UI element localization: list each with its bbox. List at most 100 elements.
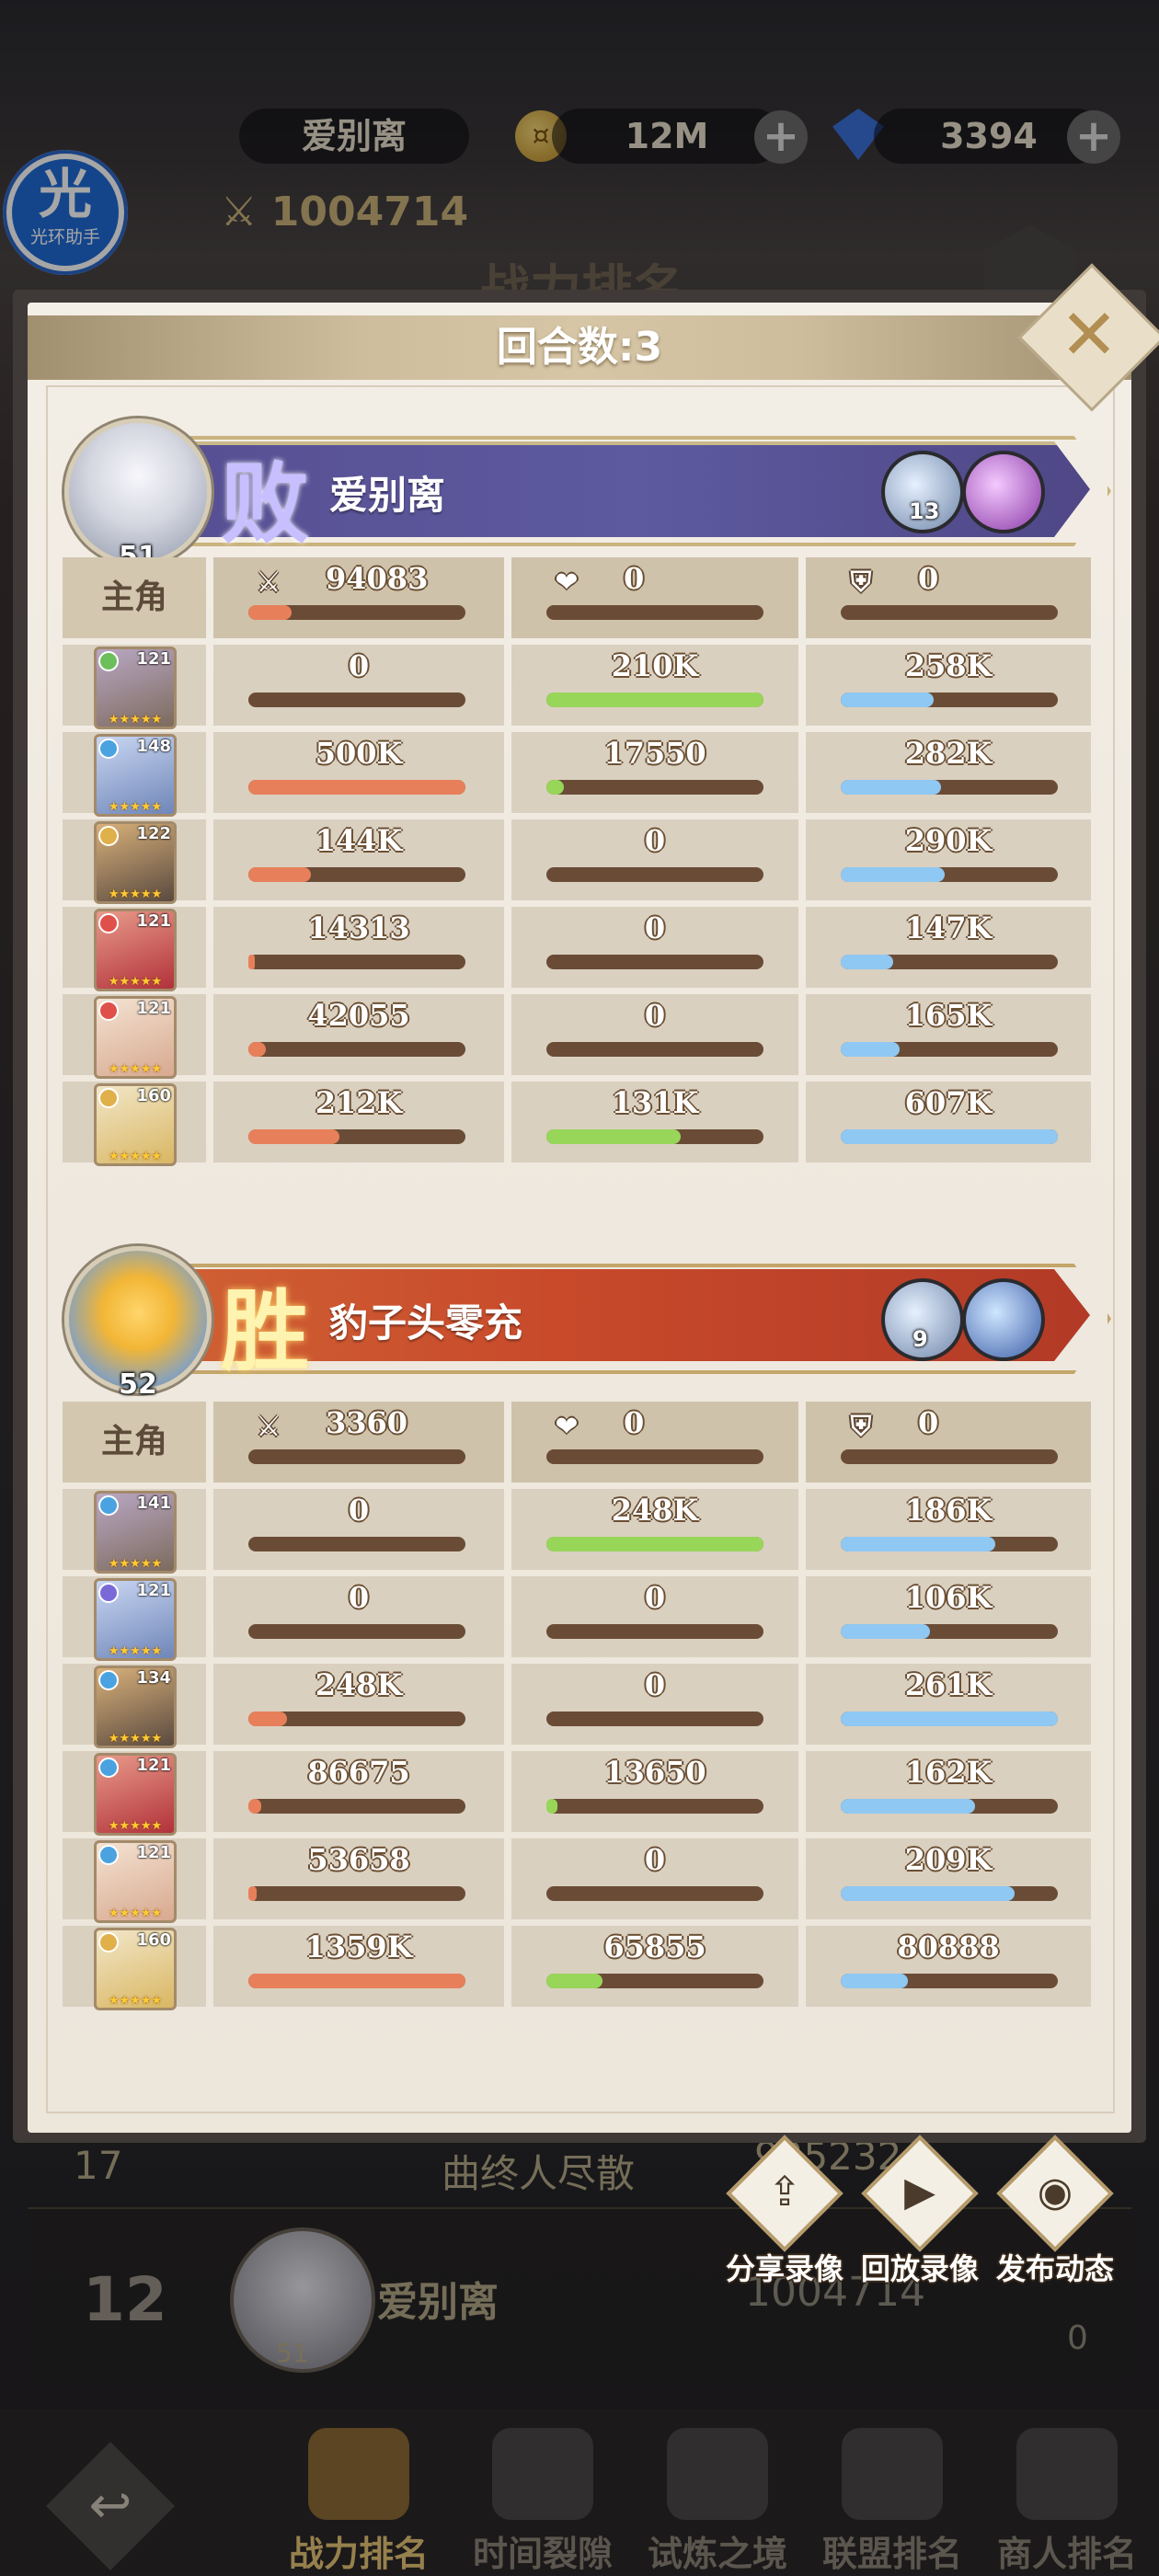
damage-bar xyxy=(248,1799,465,1814)
tank-bar xyxy=(841,867,1058,882)
element-icon xyxy=(98,1583,119,1603)
element-icon xyxy=(98,1845,119,1865)
tank-value: 282K xyxy=(904,736,993,771)
defeat-label: 败 xyxy=(221,452,309,555)
tank-value: 147K xyxy=(904,910,993,945)
tank-bar xyxy=(841,1624,1058,1639)
bar-fill xyxy=(841,1886,1015,1901)
share-icon: ⇪ xyxy=(767,2169,802,2215)
hero-row: 122 ★★★★★ 144K 0 290K xyxy=(63,819,1091,904)
bar-fill xyxy=(841,955,893,969)
heal-bar xyxy=(546,955,763,969)
heal-bar xyxy=(546,1042,763,1057)
hero-level: 121 xyxy=(136,1581,171,1600)
damage-bar xyxy=(248,1624,465,1639)
heal-value: 0 xyxy=(644,910,666,945)
bar-fill xyxy=(248,1129,340,1144)
element-icon xyxy=(98,738,119,759)
hero-row: 121 ★★★★★ 0 210K 258K xyxy=(63,645,1091,729)
hero-portrait[interactable]: 160 ★★★★★ xyxy=(94,1928,177,2010)
element-icon xyxy=(98,1001,119,1021)
tank-bar xyxy=(841,1449,1058,1464)
hero-row: 141 ★★★★★ 0 248K 186K xyxy=(63,1489,1091,1574)
tank-bar xyxy=(841,1537,1058,1551)
hero-portrait[interactable]: 160 ★★★★★ xyxy=(94,1083,177,1166)
heal-bar xyxy=(546,1799,763,1814)
heal-value: 131K xyxy=(611,1085,699,1120)
tank-bar xyxy=(841,693,1058,707)
pet-level: 13 xyxy=(909,498,940,524)
star-rating-icon: ★★★★★ xyxy=(108,1732,163,1746)
team2-hero-rows: 141 ★★★★★ 0 248K 186K 121 ★★★★★ 0 0 106K xyxy=(63,1489,1091,2010)
heal-bar xyxy=(546,1624,763,1639)
bar-fill xyxy=(248,1042,266,1057)
bar-fill xyxy=(841,1537,995,1551)
pet-icon[interactable] xyxy=(962,451,1045,533)
tank-bar xyxy=(841,1042,1058,1057)
play-replay-button[interactable]: ▶ 回放录像 xyxy=(851,2135,989,2286)
heal-value: 65855 xyxy=(603,1929,706,1964)
hero-level: 121 xyxy=(136,649,171,669)
hero-portrait[interactable]: 121 ★★★★★ xyxy=(94,1753,177,1836)
round-count-title: 回合数:3 xyxy=(496,324,663,371)
hero-row: 121 ★★★★★ 42055 0 165K xyxy=(63,994,1091,1079)
hero-level: 148 xyxy=(136,737,171,756)
tank-value: 0 xyxy=(918,1405,939,1440)
tank-bar xyxy=(841,780,1058,795)
team1-hero-rows: 121 ★★★★★ 0 210K 258K 148 ★★★★★ 500K 175… xyxy=(63,645,1091,1166)
damage-value: 86675 xyxy=(307,1755,410,1790)
close-icon[interactable]: ✕ xyxy=(1039,285,1139,384)
star-rating-icon: ★★★★★ xyxy=(108,887,163,901)
lead-row: 主角 ⚔ 3360 ❤ 0 ⛨ 0 xyxy=(63,1402,1091,1483)
hero-portrait[interactable]: 122 ★★★★★ xyxy=(94,821,177,904)
damage-value: 1359K xyxy=(304,1929,413,1964)
hero-row: 121 ★★★★★ 53658 0 209K xyxy=(63,1838,1091,1923)
bar-fill xyxy=(841,1712,1058,1726)
heal-value: 13650 xyxy=(603,1755,706,1790)
team2-player-level: 52 xyxy=(119,1368,157,1401)
post-update-button[interactable]: ◉ 发布动态 xyxy=(986,2135,1124,2286)
heal-value: 248K xyxy=(611,1493,699,1528)
hero-portrait[interactable]: 121 ★★★★★ xyxy=(94,1840,177,1923)
hero-level: 122 xyxy=(136,824,171,843)
heal-bar xyxy=(546,1129,763,1144)
hero-portrait[interactable]: 121 ★★★★★ xyxy=(94,996,177,1079)
tank-value: 165K xyxy=(904,998,993,1033)
star-rating-icon: ★★★★★ xyxy=(108,1062,163,1076)
tank-bar xyxy=(841,1886,1058,1901)
star-rating-icon: ★★★★★ xyxy=(108,1819,163,1833)
hero-portrait[interactable]: 141 ★★★★★ xyxy=(94,1491,177,1574)
heal-bar xyxy=(546,1886,763,1901)
star-rating-icon: ★★★★★ xyxy=(108,1557,163,1571)
hero-portrait[interactable]: 148 ★★★★★ xyxy=(94,734,177,817)
star-rating-icon: ★★★★★ xyxy=(108,975,163,989)
hero-row: 134 ★★★★★ 248K 0 261K xyxy=(63,1664,1091,1748)
hero-level: 121 xyxy=(136,911,171,931)
hero-row: 121 ★★★★★ 0 0 106K xyxy=(63,1576,1091,1661)
tank-value: 261K xyxy=(904,1667,993,1702)
star-rating-icon: ★★★★★ xyxy=(108,1644,163,1658)
pet-icon[interactable] xyxy=(962,1278,1045,1361)
hero-portrait[interactable]: 121 ★★★★★ xyxy=(94,909,177,991)
tank-value: 186K xyxy=(904,1493,993,1528)
star-rating-icon: ★★★★★ xyxy=(108,1906,163,1920)
heal-value: 0 xyxy=(624,561,645,596)
damage-bar xyxy=(248,1886,465,1901)
hero-level: 134 xyxy=(136,1668,171,1688)
button-label: 发布动态 xyxy=(995,2251,1114,2286)
bar-fill xyxy=(841,1129,1058,1144)
element-icon xyxy=(98,1757,119,1778)
element-icon xyxy=(98,651,119,671)
share-replay-button[interactable]: ⇪ 分享录像 xyxy=(716,2135,854,2286)
button-label: 分享录像 xyxy=(725,2251,843,2286)
damage-bar xyxy=(248,780,465,795)
hero-portrait[interactable]: 121 ★★★★★ xyxy=(94,647,177,729)
element-icon xyxy=(98,1495,119,1516)
victory-label: 胜 xyxy=(221,1279,309,1383)
bar-fill xyxy=(841,1624,930,1639)
element-icon xyxy=(98,826,119,846)
bar-fill xyxy=(248,867,312,882)
hero-portrait[interactable]: 134 ★★★★★ xyxy=(94,1666,177,1748)
damage-value: 500K xyxy=(315,736,403,771)
hero-portrait[interactable]: 121 ★★★★★ xyxy=(94,1578,177,1661)
